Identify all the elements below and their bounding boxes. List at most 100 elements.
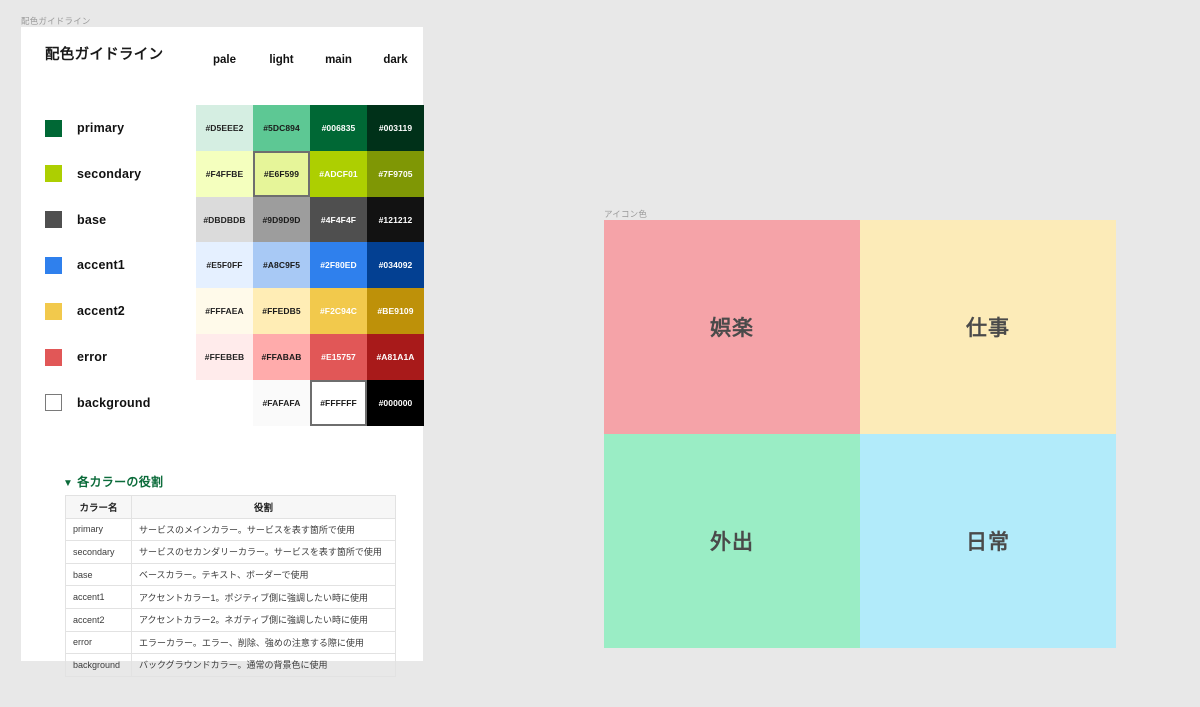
palette-cell-accent1-main[interactable]: #2F80ED (310, 242, 367, 289)
roles-table-header-row: カラー名 役割 (65, 495, 396, 519)
roles-description: ベースカラー。テキスト、ボーダーで使用 (131, 562, 396, 587)
screen-canvas: 配色ガイドライン アイコン色 配色ガイドライン pale light main dar… (0, 0, 1200, 707)
frame-label-guideline[interactable]: 配色ガイドライン (21, 15, 91, 27)
roles-color-name: secondary (65, 540, 132, 564)
palette-row-cells: #DBDBDB #9D9D9D #4F4F4F #121212 (196, 196, 424, 243)
palette-cell-error-light[interactable]: #FFABAB (253, 334, 310, 380)
palette-cell-base-pale[interactable]: #DBDBDB (196, 196, 253, 243)
palette-row-base: base #DBDBDB #9D9D9D #4F4F4F #121212 (21, 196, 424, 243)
roles-color-name: accent1 (65, 585, 132, 609)
icon-color-quadrant-label: 日常 (966, 531, 1010, 554)
palette-cell-accent2-light[interactable]: #FFEDB5 (253, 288, 310, 335)
palette-row-cells: #FFEBEB #FFABAB #E15757 #A81A1A (196, 334, 424, 380)
palette-cell-error-main[interactable]: #E15757 (310, 334, 367, 380)
palette-row-error: error #FFEBEB #FFABAB #E15757 #A81A1A (21, 334, 424, 380)
palette-cell-secondary-pale[interactable]: #F4FFBE (196, 150, 253, 197)
palette-cell-accent2-dark[interactable]: #BE9109 (367, 288, 424, 335)
table-row: accent2 アクセントカラー2。ネガティブ側に強調したい時に使用 (65, 607, 396, 632)
roles-description: アクセントカラー2。ネガティブ側に強調したい時に使用 (131, 607, 396, 632)
color-swatch-icon-error (45, 348, 62, 366)
palette-row-cells: #FFFAEA #FFEDB5 #F2C94C #BE9109 (196, 288, 424, 335)
palette-cell-error-pale[interactable]: #FFEBEB (196, 334, 253, 380)
palette-row-label: error (77, 350, 108, 364)
palette-cell-secondary-light[interactable]: #E6F599 (253, 150, 310, 197)
palette-row-cells: #D5EEE2 #5DC894 #006835 #003119 (196, 105, 424, 151)
palette-row-accent1: accent1 #E5F0FF #A8C9F5 #2F80ED #034092 (21, 242, 424, 289)
color-swatch-icon-primary (45, 119, 62, 137)
table-row: primary サービスのメインカラー。サービスを表す箇所で使用 (65, 517, 396, 542)
icon-color-quadrant-label: 娯楽 (710, 317, 754, 340)
icon-color-quadrant-2[interactable]: 外出 (604, 434, 860, 648)
roles-header-cell-0: カラー名 (65, 495, 132, 519)
color-swatch-icon-secondary (45, 165, 62, 183)
color-swatch-icon-accent1 (45, 256, 62, 274)
roles-description: サービスのセカンダリーカラー。サービスを表す箇所で使用 (131, 540, 396, 564)
table-row: error エラーカラー。エラー、削除、強めの注意する際に使用 (65, 630, 396, 655)
palette-column-headers: pale light main dark (196, 54, 424, 78)
palette-row-label: primary (77, 121, 125, 135)
palette-row-cells: #E5F0FF #A8C9F5 #2F80ED #034092 (196, 242, 424, 289)
roles-color-name: primary (65, 517, 132, 542)
roles-description: アクセントカラー1。ポジティブ側に強調したい時に使用 (131, 585, 396, 609)
table-row: background バックグラウンドカラー。通常の背景色に使用 (65, 653, 396, 677)
palette-cell-empty (196, 380, 253, 426)
roles-description: サービスのメインカラー。サービスを表す箇所で使用 (131, 517, 396, 542)
palette-cell-base-dark[interactable]: #121212 (367, 196, 424, 243)
palette-column-header-main: main (325, 54, 352, 66)
roles-color-name: base (65, 562, 132, 587)
palette-column-header-pale: pale (212, 54, 236, 66)
color-swatch-icon-background (45, 394, 62, 412)
palette-cell-accent2-pale[interactable]: #FFFAEA (196, 288, 253, 335)
frame-label-icon-colors[interactable]: アイコン色 (604, 208, 647, 220)
icon-color-quadrant-3[interactable]: 日常 (860, 434, 1116, 648)
palette-cell-accent1-dark[interactable]: #034092 (367, 242, 424, 289)
palette-cell-secondary-dark[interactable]: #7F9705 (367, 150, 424, 197)
palette-cell-accent1-light[interactable]: #A8C9F5 (253, 242, 310, 289)
palette-row-label: accent1 (77, 258, 125, 273)
roles-table: カラー名 役割 primary サービスのメインカラー。サービスを表す箇所で使用 se… (65, 495, 396, 677)
palette-cell-background-dark[interactable]: #000000 (367, 379, 424, 426)
palette-cell-accent1-pale[interactable]: #E5F0FF (196, 242, 253, 289)
palette-cell-background-light[interactable]: #FAFAFA (253, 379, 310, 426)
icon-color-quadrant-label: 仕事 (966, 317, 1010, 340)
roles-color-name: background (65, 653, 132, 677)
roles-color-name: accent2 (65, 607, 132, 632)
palette-row-cells: #F4FFBE #E6F599 #ADCF01 #7F9705 (196, 150, 424, 197)
color-guideline-card: 配色ガイドライン pale light main dark primary #D5EEE… (21, 27, 424, 677)
roles-description: エラーカラー。エラー、削除、強めの注意する際に使用 (131, 630, 396, 655)
table-row: base ベースカラー。テキスト、ボーダーで使用 (65, 562, 396, 587)
palette-cell-accent2-main[interactable]: #F2C94C (310, 288, 367, 335)
palette-cell-primary-dark[interactable]: #003119 (367, 105, 424, 151)
table-row: accent1 アクセントカラー1。ポジティブ側に強調したい時に使用 (65, 585, 396, 609)
icon-color-quadrant-1[interactable]: 仕事 (860, 220, 1116, 434)
palette-row-primary: primary #D5EEE2 #5DC894 #006835 #003119 (21, 105, 424, 151)
palette-row-cells: #FAFAFA #FFFFFF #000000 (196, 379, 424, 426)
palette-cell-secondary-main[interactable]: #ADCF01 (310, 150, 367, 197)
palette-cell-primary-main[interactable]: #006835 (310, 105, 367, 151)
palette-cell-background-main[interactable]: #FFFFFF (310, 379, 367, 426)
palette-row-label: base (77, 212, 107, 227)
roles-table-body: primary サービスのメインカラー。サービスを表す箇所で使用 secondary… (65, 517, 396, 677)
palette-row-label: background (77, 395, 151, 410)
palette-column-header-dark: dark (383, 54, 408, 66)
palette-cell-primary-pale[interactable]: #D5EEE2 (196, 105, 253, 151)
color-swatch-icon-accent2 (45, 302, 62, 320)
page-title: 配色ガイドライン (45, 47, 164, 63)
palette-column-header-light: light (269, 54, 294, 66)
roles-color-name: error (65, 630, 132, 655)
icon-color-quadrant-label: 外出 (710, 531, 754, 554)
palette-cell-base-main[interactable]: #4F4F4F (310, 196, 367, 243)
palette-row-accent2: accent2 #FFFAEA #FFEDB5 #F2C94C #BE9109 (21, 288, 424, 335)
roles-description: バックグラウンドカラー。通常の背景色に使用 (131, 653, 396, 677)
palette-cell-primary-light[interactable]: #5DC894 (253, 105, 310, 151)
roles-heading[interactable]: ▼ 各カラーの役割 (63, 473, 163, 490)
palette-row-secondary: secondary #F4FFBE #E6F599 #ADCF01 #7F9705 (21, 150, 424, 197)
icon-color-grid: 娯楽 仕事外出 日常 (604, 220, 1116, 648)
palette-cell-base-light[interactable]: #9D9D9D (253, 196, 310, 243)
icon-color-quadrant-0[interactable]: 娯楽 (604, 220, 860, 434)
color-swatch-icon-base (45, 211, 62, 229)
table-row: secondary サービスのセカンダリーカラー。サービスを表す箇所で使用 (65, 540, 396, 564)
palette-row-background: background #FAFAFA #FFFFFF #000000 (21, 379, 424, 426)
palette-row-label: accent2 (77, 304, 125, 319)
palette-cell-error-dark[interactable]: #A81A1A (367, 334, 424, 380)
